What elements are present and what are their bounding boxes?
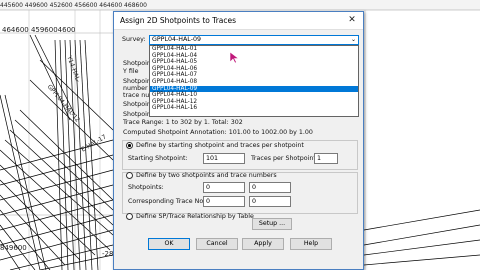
ok-button[interactable]: OK — [148, 238, 190, 250]
trace-range-text: Trace Range: 1 to 302 by 1. Total: 302 — [123, 119, 243, 126]
hidden-label: Shotpoin — [123, 78, 151, 85]
computed-annotation-text: Computed Shotpoint Annotation: 101.00 to… — [123, 129, 313, 136]
hidden-label: Shotpoin — [123, 60, 151, 67]
starting-shotpoint-label: Starting Shotpoint: — [128, 155, 188, 162]
option2-radio[interactable] — [126, 172, 133, 179]
survey-option[interactable]: GPPL04-HAL-05 — [150, 59, 358, 66]
assign-shotpoints-dialog: Assign 2D Shotpoints to Traces ✕ Survey:… — [113, 11, 364, 270]
traces-per-shotpoint-label: Traces per Shotpoint: — [251, 155, 318, 162]
hidden-label: Shotpoin — [123, 101, 151, 108]
corresponding-trace-label: Corresponding Trace No: — [128, 198, 206, 205]
map-axis-label-top: 464600 4596004600 — [2, 26, 76, 34]
close-icon[interactable]: ✕ — [345, 14, 359, 27]
survey-option[interactable]: GPPL04-HAL-10 — [150, 92, 358, 99]
shotpoint-a-input[interactable]: 0 — [203, 182, 245, 193]
option2-label: Define by two shotpoints and trace numbe… — [136, 172, 277, 179]
starting-shotpoint-input[interactable]: 101 — [203, 153, 245, 164]
setup-button[interactable]: Setup ... — [252, 218, 292, 230]
survey-dropdown[interactable]: GPPL04-HAL-09 ⌄ — [149, 35, 359, 45]
cancel-button[interactable]: Cancel — [196, 238, 238, 250]
trace-b-input[interactable]: 0 — [249, 196, 291, 207]
survey-option[interactable]: GPPL04-HAL-16 — [150, 105, 358, 112]
help-button[interactable]: Help — [290, 238, 332, 250]
shotpoint-b-input[interactable]: 0 — [249, 182, 291, 193]
top-ruler: 445600 449600 452600 456600 464600 46860… — [0, 2, 147, 9]
survey-option[interactable]: GPPL04-HAL-12 — [150, 99, 358, 106]
trace-a-input[interactable]: 0 — [203, 196, 245, 207]
survey-selected-value: GPPL04-HAL-09 — [152, 36, 201, 43]
map-axis-label-bottom-left: 849600 — [0, 244, 27, 252]
hidden-label: Shotpoin — [123, 111, 151, 118]
option1-radio[interactable] — [126, 142, 133, 149]
survey-option[interactable]: GPPL04-HAL-07 — [150, 72, 358, 79]
survey-option[interactable]: GPPL04-HAL-06 — [150, 66, 358, 73]
hidden-label: Y file — [123, 68, 139, 75]
chevron-down-icon[interactable]: ⌄ — [351, 36, 356, 44]
shotpoints-label: Shotpoints: — [128, 184, 164, 191]
survey-label: Survey: — [122, 36, 146, 43]
hidden-label: trace nur — [123, 92, 152, 99]
survey-option[interactable]: GPPL04-HAL-08 — [150, 79, 358, 86]
traces-per-shotpoint-input[interactable]: 1 — [314, 153, 338, 164]
survey-option[interactable]: GPPL04-HAL-04 — [150, 53, 358, 60]
option1-label: Define by starting shotpoint and traces … — [136, 142, 304, 149]
dialog-titlebar[interactable]: Assign 2D Shotpoints to Traces ✕ — [114, 12, 363, 30]
apply-button[interactable]: Apply — [242, 238, 284, 250]
survey-option[interactable]: GPPL04-HAL-09 — [150, 85, 358, 93]
option3-label: Define SP/Trace Relationship by Table — [136, 213, 254, 220]
option3-radio[interactable] — [126, 213, 133, 220]
dialog-title: Assign 2D Shotpoints to Traces — [120, 16, 237, 25]
survey-options-list[interactable]: GPPL04-HAL-01 GPPL04-HAL-04 GPPL04-HAL-05 G… — [149, 45, 359, 117]
mouse-cursor-icon — [230, 52, 239, 64]
survey-option[interactable]: GPPL04-HAL-01 — [150, 46, 358, 53]
